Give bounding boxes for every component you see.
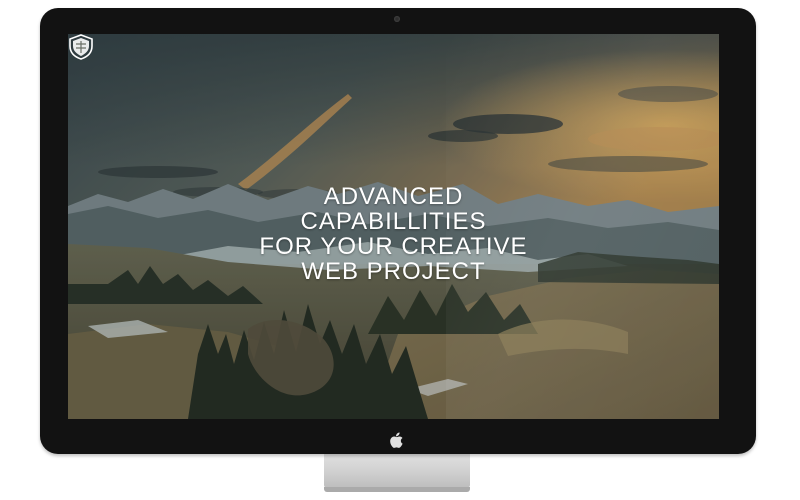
headline-line-4: WEB PROJECT [301, 258, 486, 285]
headline-line-1: ADVANCED [323, 183, 464, 210]
monitor-bezel: ADVANCED CAPABILLITIES FOR YOUR CREATIVE… [40, 8, 756, 454]
monitor-screen: ADVANCED CAPABILLITIES FOR YOUR CREATIVE… [68, 34, 719, 419]
headline-line-2: CAPABILLITIES [300, 208, 487, 235]
apple-logo-icon [390, 432, 403, 448]
hero-headline: ADVANCED CAPABILLITIES FOR YOUR CREATIVE… [228, 184, 559, 284]
shield-crest-icon [69, 34, 93, 60]
headline-line-3: FOR YOUR CREATIVE [259, 233, 528, 260]
monitor-stand [324, 452, 470, 492]
hero-section: ADVANCED CAPABILLITIES FOR YOUR CREATIVE… [68, 34, 719, 419]
camera-icon [394, 16, 400, 22]
